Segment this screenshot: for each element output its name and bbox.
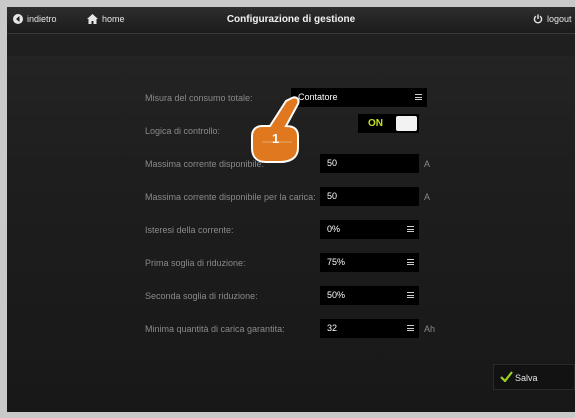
page-title: Configurazione di gestione [226, 14, 356, 25]
menu-icon [415, 94, 422, 100]
save-label: Salva [515, 373, 538, 383]
second-threshold-select[interactable]: 50% [320, 286, 419, 305]
control-logic-toggle[interactable]: ON [358, 114, 419, 133]
min-charge-value: 32 [327, 323, 338, 333]
toggle-state-label: ON [368, 118, 383, 129]
checkmark-icon [500, 371, 513, 382]
subheader-band [7, 34, 575, 56]
app-screen: indietro home Configurazione di gestione… [7, 7, 575, 412]
top-bar: indietro home Configurazione di gestione… [7, 7, 575, 34]
row-label-second-threshold: Seconda soglia di riduzione: [145, 291, 258, 301]
row-label-control-logic: Logica di controllo: [145, 126, 221, 136]
first-threshold-select[interactable]: 75% [320, 253, 419, 272]
row-label-max-current: Massima corrente disponibile: [145, 159, 265, 169]
callout-marker: 1 [248, 96, 308, 164]
menu-icon [407, 325, 414, 331]
menu-icon [407, 226, 414, 232]
row-label-first-threshold: Prima soglia di riduzione: [145, 258, 246, 268]
second-threshold-value: 50% [327, 290, 346, 300]
toggle-knob [396, 116, 417, 131]
power-icon [533, 14, 543, 24]
max-current-input[interactable]: 50 [320, 154, 419, 173]
row-label-min-charge: Minima quantità di carica garantita: [145, 324, 285, 334]
row-label-consumption-measure: Misura del consumo totale: [145, 93, 253, 103]
min-charge-unit: Ah [424, 324, 436, 334]
row-label-max-charge-current: Massima corrente disponibile per la cari… [145, 192, 316, 202]
hysteresis-select[interactable]: 0% [320, 220, 419, 239]
max-charge-current-input[interactable]: 50 [320, 187, 419, 206]
pointing-hand-icon [251, 96, 300, 163]
logout-button[interactable]: logout [533, 14, 572, 24]
hysteresis-value: 0% [327, 224, 341, 234]
save-button[interactable]: Salva [493, 364, 575, 390]
menu-icon [407, 259, 414, 265]
max-current-value: 50 [327, 158, 338, 168]
min-charge-select[interactable]: 32 [320, 319, 419, 338]
consumption-measure-select[interactable]: Contatore [291, 88, 427, 107]
max-current-unit: A [424, 159, 431, 169]
callout-number: 1 [272, 131, 280, 146]
row-label-hysteresis: Isteresi della corrente: [145, 225, 234, 235]
menu-icon [407, 292, 414, 298]
max-charge-current-unit: A [424, 192, 431, 202]
max-charge-current-value: 50 [327, 191, 338, 201]
first-threshold-value: 75% [327, 257, 346, 267]
logout-label: logout [547, 14, 572, 24]
